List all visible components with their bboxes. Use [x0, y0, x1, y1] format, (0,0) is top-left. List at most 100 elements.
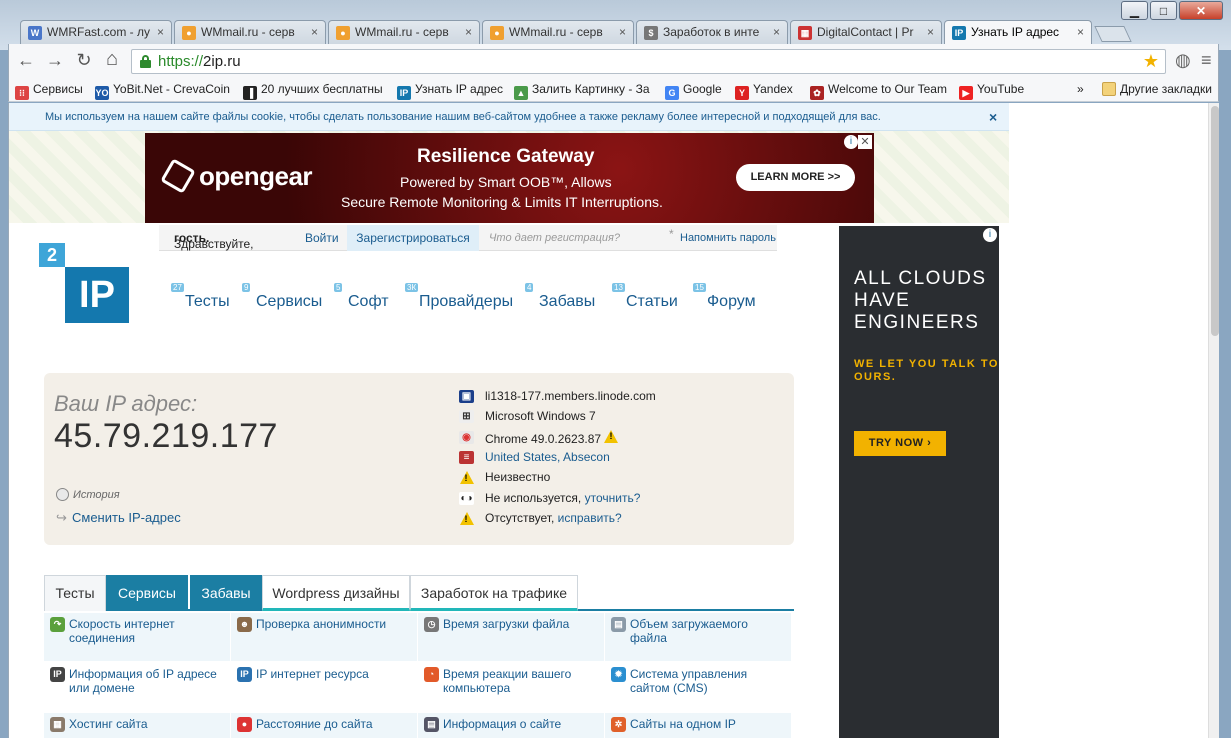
bookmark-5[interactable]: G Google: [665, 82, 722, 100]
nav-link[interactable]: Провайдеры: [419, 293, 513, 310]
service-link[interactable]: Проверка анонимности: [256, 617, 414, 631]
bookmark-3[interactable]: IP Узнать IP адрес: [397, 82, 503, 100]
bookmark-1[interactable]: YO YoBit.Net - CrevaCoin: [95, 82, 230, 100]
learn-more-button[interactable]: LEARN MORE >>: [736, 164, 855, 191]
nav-link[interactable]: Статьи: [626, 293, 678, 310]
change-ip-text[interactable]: Сменить IP-адрес: [72, 510, 181, 525]
service-item[interactable]: ✲ Сайты на одном IP: [605, 713, 791, 738]
nav-link[interactable]: Тесты: [185, 293, 230, 310]
service-tab-0[interactable]: Тесты: [44, 575, 106, 611]
globe-icon[interactable]: ◍: [1175, 50, 1191, 71]
site-logo[interactable]: 2 IP: [39, 243, 129, 325]
service-link[interactable]: Скорость интернет соединения: [69, 617, 227, 645]
nav-item-6[interactable]: 15 Форум: [693, 283, 756, 311]
service-link[interactable]: Расстояние до сайта: [256, 717, 414, 731]
forward-button[interactable]: →: [44, 50, 66, 71]
register-button[interactable]: Зарегистрироваться: [347, 225, 479, 251]
tab-close-icon[interactable]: ×: [773, 21, 780, 44]
close-window-button[interactable]: ✕: [1179, 1, 1223, 20]
bookmark-2[interactable]: ▐ 20 лучших бесплатны: [243, 82, 383, 100]
nav-link[interactable]: Сервисы: [256, 293, 322, 310]
tab-1[interactable]: ● WMmail.ru - серв ×: [174, 20, 326, 44]
service-item[interactable]: ▤ Объем загружаемого файла: [605, 613, 791, 661]
scrollbar-thumb[interactable]: [1211, 106, 1219, 336]
service-item[interactable]: IP IP интернет ресурса: [231, 663, 417, 711]
service-tab-2[interactable]: Забавы: [190, 575, 262, 611]
side-banner-ad[interactable]: ALL CLOUDS HAVE ENGINEERS WE LET YOU TAL…: [839, 226, 999, 738]
address-bar[interactable]: https://2ip.ru ★: [131, 49, 1166, 74]
scrollbar[interactable]: [1208, 103, 1219, 738]
service-link[interactable]: Сайты на одном IP: [630, 717, 788, 731]
change-ip-link[interactable]: ↪ Сменить IP-адрес: [56, 510, 181, 526]
service-item[interactable]: ◷ Время загрузки файла: [418, 613, 604, 661]
nav-link[interactable]: Софт: [348, 293, 389, 310]
service-link[interactable]: Хостинг сайта: [69, 717, 227, 731]
new-tab-button[interactable]: [1094, 26, 1132, 42]
tab-2[interactable]: ● WMmail.ru - серв ×: [328, 20, 480, 44]
reload-button[interactable]: ↻: [73, 50, 95, 71]
bookmarks-more-button[interactable]: »: [1077, 82, 1084, 96]
service-item[interactable]: ▤ Информация о сайте: [418, 713, 604, 738]
service-link[interactable]: Информация о сайте: [443, 717, 601, 731]
side-ad-info-icon[interactable]: i: [983, 228, 997, 242]
service-link[interactable]: Информация об IP адресе или домене: [69, 667, 227, 695]
home-button[interactable]: ⌂: [101, 48, 123, 71]
cookie-close-icon[interactable]: ×: [989, 103, 997, 131]
other-bookmarks-folder[interactable]: Другие закладки: [1102, 82, 1212, 96]
row-action-link[interactable]: исправить?: [558, 511, 622, 525]
bookmark-4[interactable]: ▲ Залить Картинку - За: [514, 82, 650, 100]
tab-close-icon[interactable]: ×: [927, 21, 934, 44]
tab-close-icon[interactable]: ×: [465, 21, 472, 44]
service-link[interactable]: Время реакции вашего компьютера: [443, 667, 601, 695]
bookmark-8[interactable]: ▶ YouTube: [959, 82, 1024, 100]
history-link[interactable]: История: [56, 488, 120, 501]
location-link[interactable]: United States, Absecon: [485, 450, 610, 464]
nav-item-1[interactable]: 9 Сервисы: [242, 283, 322, 311]
service-item[interactable]: IP Информация об IP адресе или домене: [44, 663, 230, 711]
remind-password-link[interactable]: Напомнить пароль: [680, 232, 776, 244]
service-item[interactable]: ☻ Проверка анонимности: [231, 613, 417, 661]
row-action-link[interactable]: уточнить?: [585, 491, 641, 505]
nav-item-4[interactable]: 4 Забавы: [525, 283, 595, 311]
nav-item-0[interactable]: 27 Тесты: [171, 283, 230, 311]
tab-6[interactable]: IP Узнать IP адрес ×: [944, 20, 1092, 44]
try-now-button[interactable]: TRY NOW ›: [854, 431, 946, 456]
service-link[interactable]: IP интернет ресурса: [256, 667, 414, 681]
service-link[interactable]: Система управления сайтом (CMS): [630, 667, 788, 695]
tab-close-icon[interactable]: ×: [311, 21, 318, 44]
maximize-button[interactable]: □: [1150, 1, 1177, 20]
tab-5[interactable]: ▦ DigitalContact | Pr ×: [790, 20, 942, 44]
registration-benefits-link[interactable]: Что дает регистрация?: [489, 232, 620, 244]
service-item[interactable]: ✹ Система управления сайтом (CMS): [605, 663, 791, 711]
nav-item-3[interactable]: 3К Провайдеры: [405, 283, 513, 311]
top-banner-ad[interactable]: opengear Resilience Gateway Powered by S…: [145, 133, 874, 223]
bookmark-star-icon[interactable]: ★: [1143, 51, 1159, 72]
tab-0[interactable]: W WMRFast.com - лу ×: [20, 20, 172, 44]
tab-4[interactable]: $ Заработок в инте ×: [636, 20, 788, 44]
bookmark-6[interactable]: Y Yandex: [735, 82, 793, 100]
nav-item-2[interactable]: 5 Софт: [334, 283, 389, 311]
ad-close-icon[interactable]: ✕: [858, 135, 872, 149]
service-tab-1[interactable]: Сервисы: [106, 575, 188, 611]
tab-3[interactable]: ● WMmail.ru - серв ×: [482, 20, 634, 44]
service-item[interactable]: ↷ Скорость интернет соединения: [44, 613, 230, 661]
menu-icon[interactable]: ≡: [1201, 50, 1212, 71]
cookie-notice-link[interactable]: Мы используем на нашем сайте файлы cooki…: [45, 103, 881, 131]
service-tab-4[interactable]: Заработок на трафике: [410, 575, 578, 611]
minimize-button[interactable]: ▁: [1121, 1, 1148, 20]
bookmark-0[interactable]: ⁝⁝ Сервисы: [15, 82, 83, 100]
bookmark-7[interactable]: ✿ Welcome to Our Team: [810, 82, 947, 100]
tab-close-icon[interactable]: ×: [1077, 21, 1084, 44]
ad-info-icon[interactable]: i: [844, 135, 858, 149]
tab-close-icon[interactable]: ×: [619, 21, 626, 44]
back-button[interactable]: ←: [15, 50, 37, 71]
service-item[interactable]: ◔ Время реакции вашего компьютера: [418, 663, 604, 711]
nav-link[interactable]: Форум: [707, 293, 756, 310]
nav-link[interactable]: Забавы: [539, 293, 595, 310]
service-tab-3[interactable]: Wordpress дизайны: [262, 575, 410, 611]
nav-item-5[interactable]: 13 Статьи: [612, 283, 678, 311]
tab-close-icon[interactable]: ×: [157, 21, 164, 44]
service-link[interactable]: Объем загружаемого файла: [630, 617, 788, 645]
service-link[interactable]: Время загрузки файла: [443, 617, 601, 631]
service-item[interactable]: ● Расстояние до сайта: [231, 713, 417, 738]
